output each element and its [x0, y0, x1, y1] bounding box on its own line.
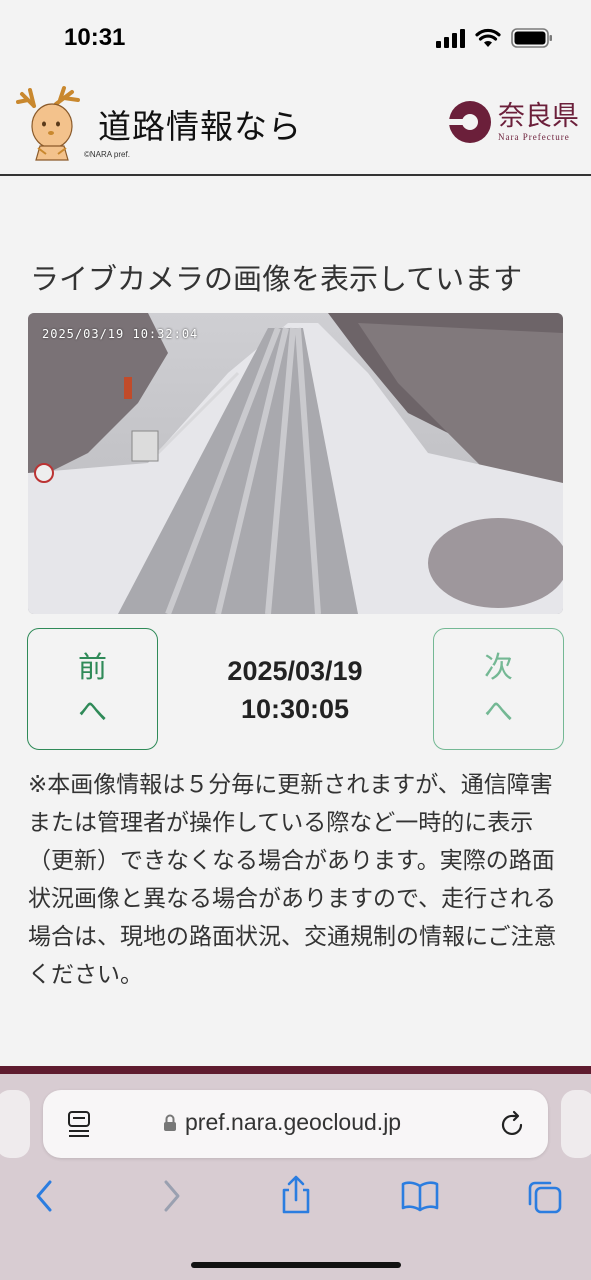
reader-icon[interactable]	[67, 1110, 93, 1138]
pref-emblem-icon	[448, 101, 491, 143]
image-date: 2025/03/19	[227, 656, 363, 686]
status-bar: 10:31	[0, 0, 591, 78]
share-icon[interactable]	[280, 1174, 312, 1216]
url-text: pref.nara.geocloud.jp	[185, 1109, 402, 1135]
home-indicator	[191, 1262, 401, 1268]
browser-toolbar	[0, 1175, 591, 1228]
next-tab-peek[interactable]	[561, 1090, 591, 1158]
footer-divider	[0, 1066, 591, 1074]
next-button-label-2: へ	[483, 694, 513, 728]
site-title[interactable]: 道路情報なら	[98, 100, 302, 148]
live-camera-image: 2025/03/19 10:32:04	[28, 313, 563, 614]
forward-icon[interactable]	[160, 1178, 184, 1214]
image-datetime: 2025/03/19 10:30:05	[195, 652, 395, 728]
status-icons	[436, 28, 553, 48]
next-button-label: 次	[483, 650, 513, 684]
pref-subtitle: Nara Prefecture	[498, 132, 570, 142]
lock-icon	[164, 1114, 176, 1131]
browser-bottom-bar: pref.nara.geocloud.jp	[0, 1074, 591, 1280]
site-header: ©NARA pref. 道路情報なら 奈良県 Nara Prefecture	[0, 78, 591, 176]
previous-tab-peek[interactable]	[0, 1090, 30, 1158]
tabs-icon[interactable]	[526, 1180, 564, 1216]
reload-icon[interactable]	[500, 1110, 526, 1138]
pref-name: 奈良県	[498, 101, 579, 132]
copyright-text: ©NARA pref.	[84, 150, 130, 159]
camera-timestamp: 2025/03/19 10:32:04	[42, 327, 199, 341]
status-time: 10:31	[64, 24, 126, 51]
bookmarks-icon[interactable]	[400, 1180, 440, 1212]
wifi-icon	[475, 28, 501, 48]
signal-icon	[436, 28, 465, 48]
update-notice: ※本画像情報は５分毎に更新されますが、通信障害または管理者が操作している際など一…	[28, 772, 557, 988]
prev-image-button[interactable]: 前 へ	[27, 628, 158, 750]
next-image-button[interactable]: 次 へ	[433, 628, 564, 750]
battery-icon	[511, 28, 553, 48]
image-time: 10:30:05	[240, 694, 350, 724]
prev-button-label: 前	[77, 650, 107, 684]
address-bar[interactable]: pref.nara.geocloud.jp	[43, 1090, 548, 1158]
prev-button-label-2: へ	[77, 694, 107, 728]
nara-pref-logo[interactable]: 奈良県 Nara Prefecture	[448, 100, 579, 144]
back-icon[interactable]	[32, 1178, 56, 1214]
page-heading: ライブカメラの画像を表示しています	[30, 262, 523, 296]
